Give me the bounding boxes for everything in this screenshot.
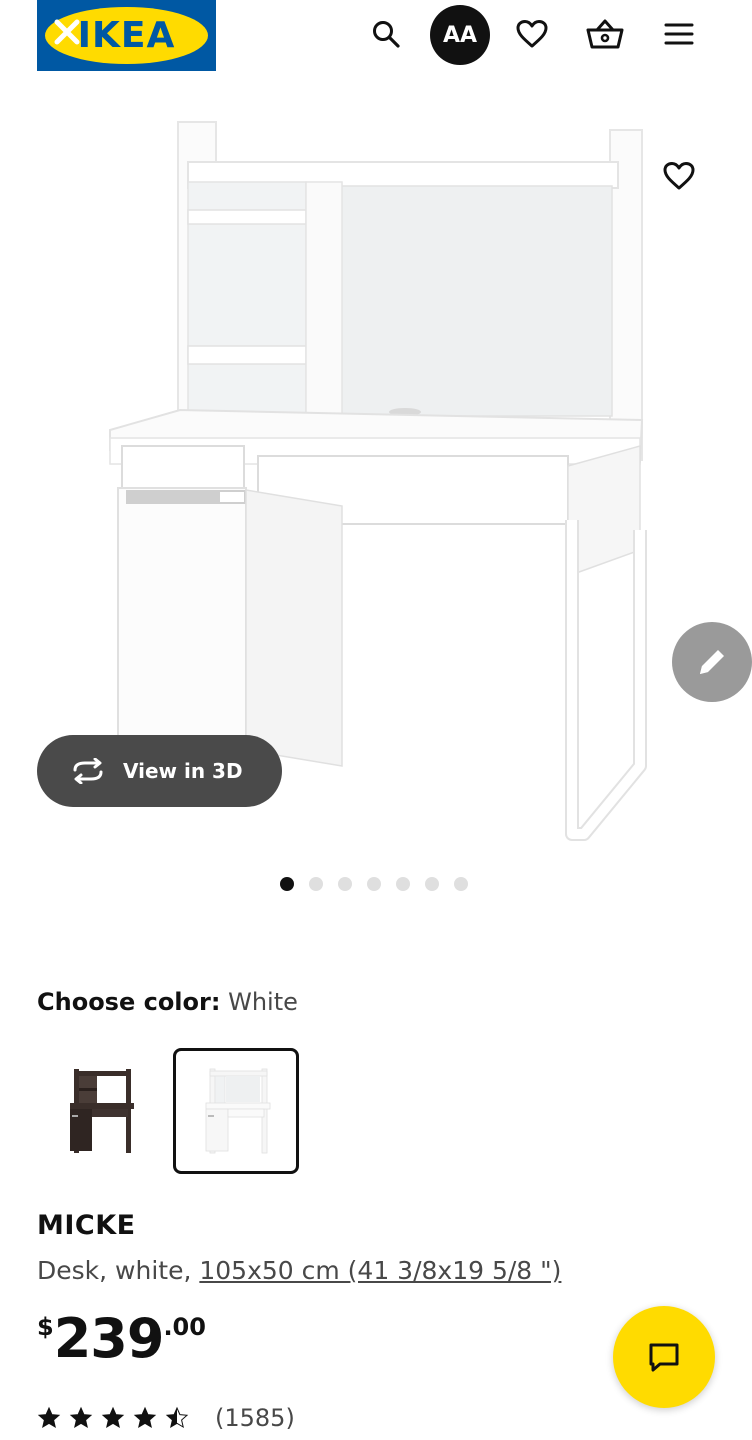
color-label: Choose color:: [37, 988, 221, 1016]
pagination-dot[interactable]: [280, 877, 294, 891]
ikea-logo[interactable]: IKEA: [37, 0, 216, 71]
color-swatch-white[interactable]: [173, 1048, 299, 1174]
view-in-3d-label: View in 3D: [123, 759, 243, 783]
pagination-dot[interactable]: [425, 877, 439, 891]
product-rating[interactable]: (1585): [37, 1404, 295, 1432]
desk-thumbnail-white: [205, 1068, 271, 1154]
rotate-3d-icon: [73, 758, 103, 784]
star-icon: [133, 1406, 157, 1429]
chat-button[interactable]: [613, 1306, 715, 1408]
product-type: Desk, white,: [37, 1256, 192, 1285]
product-size-link[interactable]: 105x50 cm (41 3/8x19 5/8 "): [199, 1256, 561, 1285]
view-in-3d-button[interactable]: View in 3D: [37, 735, 282, 807]
star-icon: [101, 1406, 125, 1429]
product-description: Desk, white, 105x50 cm (41 3/8x19 5/8 "): [37, 1256, 561, 1285]
color-swatch-black-brown[interactable]: [37, 1048, 163, 1174]
product-price: $ 239 .00: [37, 1307, 206, 1371]
favourites-button[interactable]: [512, 14, 552, 54]
product-name: MICKE: [37, 1210, 136, 1241]
close-icon[interactable]: [51, 16, 83, 48]
color-chooser-label: Choose color: White: [37, 988, 298, 1016]
price-integer: 239: [53, 1307, 165, 1370]
heart-icon: [663, 162, 695, 190]
selected-color: White: [228, 988, 298, 1016]
basket-icon: [586, 19, 624, 49]
star-icon: [37, 1406, 61, 1429]
rating-count: (1585): [215, 1404, 295, 1432]
search-icon: [373, 21, 400, 48]
desk-thumbnail-brown: [70, 1069, 134, 1153]
chat-icon: [649, 1343, 679, 1372]
save-to-favourites-button[interactable]: [658, 155, 700, 197]
pagination-dot[interactable]: [367, 877, 381, 891]
basket-button[interactable]: [585, 14, 625, 54]
menu-icon: [664, 23, 694, 45]
rating-stars: [37, 1406, 189, 1430]
pagination-dot[interactable]: [309, 877, 323, 891]
pagination-dot[interactable]: [454, 877, 468, 891]
menu-button[interactable]: [659, 14, 699, 54]
edit-button[interactable]: [672, 622, 752, 702]
pagination-dot[interactable]: [338, 877, 352, 891]
avatar[interactable]: AA: [430, 5, 490, 65]
search-button[interactable]: [366, 14, 406, 54]
pagination-dot[interactable]: [396, 877, 410, 891]
star-icon: [69, 1406, 93, 1429]
heart-icon: [516, 20, 548, 48]
image-pagination: [280, 876, 480, 892]
star-icon: [165, 1406, 189, 1429]
price-decimal: .00: [163, 1313, 206, 1341]
pencil-icon: [700, 650, 724, 674]
price-currency: $: [37, 1313, 54, 1341]
